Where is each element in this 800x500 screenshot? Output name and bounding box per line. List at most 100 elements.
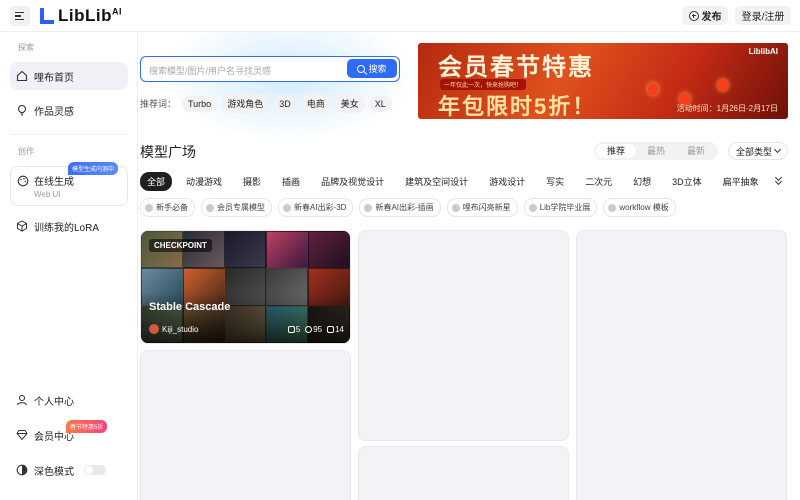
logo-text: LibLibAI	[58, 6, 122, 25]
sidebar-item-label: 作品灵感	[34, 106, 74, 118]
subtag-chip[interactable]: workflow 模板	[603, 198, 676, 217]
sidebar-item-personal-center[interactable]: 个人中心	[10, 386, 128, 414]
logo-mark-icon	[40, 8, 54, 24]
category-tab[interactable]: 写实	[539, 172, 571, 191]
search-icon	[357, 64, 366, 73]
tag-icon	[145, 203, 153, 212]
diamond-icon	[16, 430, 28, 441]
category-tab[interactable]: 插画	[275, 172, 307, 191]
sidebar-item-label: 训练我的LoRA	[34, 222, 100, 234]
tab-newest[interactable]: 最新	[676, 144, 716, 158]
recommended-label: 推荐词：	[140, 99, 177, 109]
type-select[interactable]: 全部类型	[728, 142, 788, 160]
keyword-tag[interactable]: 3D	[273, 95, 297, 112]
model-card-placeholder[interactable]	[358, 230, 569, 441]
tab-recommended[interactable]: 推荐	[596, 144, 636, 158]
category-tab[interactable]: 建筑及空间设计	[398, 172, 475, 191]
menu-icon[interactable]	[10, 6, 30, 26]
play-icon	[287, 326, 295, 333]
subtag-chip[interactable]: Lib学院毕业展	[523, 198, 598, 217]
promo-badge: 春节特惠5折	[66, 420, 108, 433]
recommended-keywords: 推荐词： Turbo 游戏角色 3D 电商 美女 XL	[140, 94, 392, 113]
category-tab[interactable]: 品牌及视觉设计	[314, 172, 391, 191]
theme-icon	[16, 464, 28, 476]
category-tab[interactable]: 游戏设计	[482, 172, 532, 191]
sidebar-item-inspiration[interactable]: 作品灵感	[10, 96, 128, 124]
sidebar-item-label: 个人中心	[34, 396, 74, 408]
author-name: Kiji_studio	[162, 324, 199, 334]
category-tab[interactable]: 摄影	[236, 172, 268, 191]
keyword-tag[interactable]: 美女	[334, 94, 365, 113]
sidebar-item-home[interactable]: 哩布首页	[10, 62, 128, 90]
category-tab[interactable]: 扁平抽象	[716, 172, 766, 191]
publish-button[interactable]: 发布	[682, 6, 728, 25]
logo[interactable]: LibLibAI	[40, 6, 122, 26]
search-button[interactable]: 搜索	[347, 59, 397, 78]
expand-categories-icon[interactable]	[774, 173, 784, 187]
promo-banner[interactable]: 会员春节特惠 一年仅此一次，快来抢购吧！ 年包限时5折！ LiblibAI 活动…	[418, 43, 788, 119]
sidebar-item-dark-mode: 深色模式	[10, 456, 128, 484]
category-tab[interactable]: 动漫游戏	[179, 172, 229, 191]
keyword-tag[interactable]: 电商	[300, 94, 331, 113]
subtag-chip[interactable]: 新手必备	[140, 198, 195, 217]
subtag-list: 新手必备 会员专属模型 新春AI出彩-3D 新春AI出彩-插画 哩布闪亮新星 L…	[140, 198, 682, 217]
sidebar-item-label: 深色模式	[34, 466, 74, 478]
banner-date: 活动时间：1月26日-2月17日	[676, 104, 778, 113]
bulb-icon	[17, 104, 27, 116]
cube-icon	[17, 220, 27, 232]
category-tab[interactable]: 幻想	[626, 172, 658, 191]
sort-tabs: 推荐 最热 最新	[594, 142, 718, 160]
palette-icon	[17, 175, 29, 186]
chevron-down-icon	[773, 145, 782, 154]
category-tab[interactable]: 二次元	[578, 172, 619, 191]
keyword-tag[interactable]: XL	[368, 95, 392, 112]
subtag-chip[interactable]: 新春AI出彩-插画	[359, 198, 441, 217]
download-count: 95	[305, 325, 322, 334]
model-author[interactable]: Kiji_studio	[149, 324, 198, 334]
category-tab[interactable]: 3D立体	[665, 172, 709, 191]
tab-hottest[interactable]: 最热	[636, 144, 676, 158]
run-count: 5	[287, 325, 300, 334]
subtag-chip[interactable]: 哩布闪亮新星	[446, 198, 518, 217]
model-card-placeholder[interactable]	[358, 446, 569, 500]
lantern-decoration	[648, 83, 658, 95]
tag-icon	[206, 203, 214, 212]
model-card-placeholder[interactable]	[140, 350, 351, 500]
keyword-tag[interactable]: Turbo	[182, 95, 218, 112]
model-card-featured[interactable]: CHECKPOINT Stable Cascade Kiji_studio 5 …	[140, 230, 351, 344]
home-icon	[16, 70, 28, 82]
beta-badge: 模型生成内测中	[68, 162, 119, 175]
model-card-placeholder[interactable]	[576, 230, 787, 500]
model-type-badge: CHECKPOINT	[149, 239, 212, 252]
search-input[interactable]: 搜索模型/图片/用户名寻找灵感	[149, 64, 271, 77]
section-create-label: 创作	[18, 147, 34, 156]
sidebar-item-label: 哩布首页	[34, 72, 74, 84]
banner-headline: 会员春节特惠	[438, 54, 594, 81]
category-tab[interactable]: 全部	[140, 172, 173, 191]
subtag-chip[interactable]: 会员专属模型	[201, 198, 272, 217]
login-button[interactable]: 登录/注册	[735, 6, 791, 25]
plus-icon	[688, 10, 699, 21]
like-icon	[327, 326, 335, 333]
keyword-tag[interactable]: 游戏角色	[221, 94, 270, 113]
sidebar-item-sublabel: Web UI	[34, 190, 61, 199]
page-title: 模型广场	[140, 144, 196, 160]
tag-icon	[364, 203, 373, 212]
lantern-decoration	[718, 79, 728, 91]
tag-icon	[451, 203, 460, 212]
search-button-label: 搜索	[368, 64, 387, 74]
user-icon	[16, 394, 28, 406]
tag-icon	[608, 203, 617, 212]
category-tabs: 全部 动漫游戏 摄影 插画 品牌及视觉设计 建筑及空间设计 游戏设计 写实 二次…	[140, 172, 773, 191]
search-bar: 搜索模型/图片/用户名寻找灵感 搜索	[140, 56, 400, 82]
publish-label: 发布	[701, 12, 722, 23]
type-select-value: 全部类型	[735, 146, 772, 157]
subtag-chip[interactable]: 新春AI出彩-3D	[278, 198, 354, 217]
sidebar-item-train-lora[interactable]: 训练我的LoRA	[10, 212, 128, 240]
dark-mode-toggle[interactable]	[84, 465, 106, 475]
tag-icon	[528, 203, 537, 212]
divider	[10, 134, 128, 135]
download-icon	[305, 326, 313, 333]
banner-brand: LiblibAI	[748, 47, 778, 56]
banner-offer: 年包限时5折！	[438, 94, 597, 119]
